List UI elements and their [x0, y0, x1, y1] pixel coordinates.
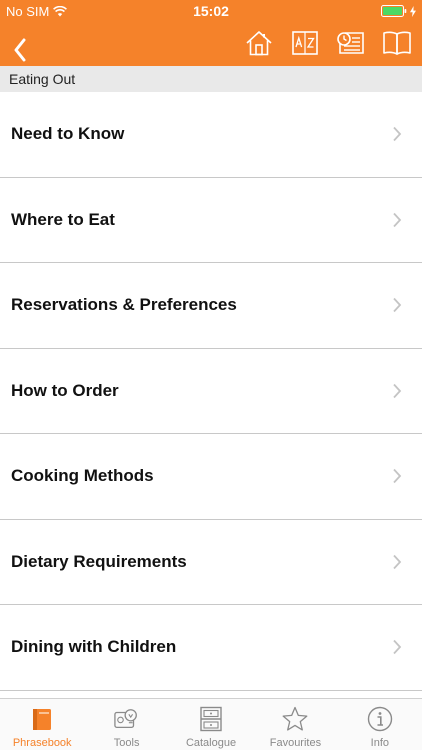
chevron-right-icon [393, 127, 402, 142]
list-item-label: How to Order [11, 380, 119, 400]
chevron-right-icon [393, 212, 402, 227]
list-item[interactable]: Dining with Children [0, 605, 422, 691]
phrasebook-icon [29, 705, 55, 733]
status-bar: No SIM 15:02 [0, 0, 422, 22]
charging-icon [410, 5, 416, 17]
list-item[interactable]: Need to Know [0, 92, 422, 178]
list-item[interactable]: How to Order [0, 349, 422, 434]
topic-list: Need to Know Where to Eat Reservations &… [0, 92, 422, 698]
dictionary-icon [292, 31, 318, 55]
tab-label: Tools [113, 737, 140, 749]
history-icon [337, 32, 364, 54]
tab-catalogue[interactable]: Catalogue [169, 699, 253, 750]
list-item-label: Cooking Methods [11, 466, 154, 486]
chevron-right-icon [393, 554, 402, 569]
tab-phrasebook[interactable]: Phrasebook [0, 699, 84, 750]
app-header: No SIM 15:02 [0, 0, 422, 66]
list-item[interactable]: Where to Eat [0, 178, 422, 263]
home-button[interactable] [244, 28, 274, 58]
list-item[interactable]: Cooking Methods [0, 434, 422, 520]
chevron-right-icon [393, 469, 402, 484]
list-item-label: Need to Know [11, 124, 125, 144]
chevron-right-icon [393, 298, 402, 313]
tab-favourites[interactable]: Favourites [253, 699, 337, 750]
chevron-right-icon [393, 640, 402, 655]
tab-info[interactable]: Info [338, 699, 422, 750]
status-battery [381, 5, 416, 17]
tab-label: Catalogue [185, 737, 237, 749]
home-icon [246, 31, 272, 56]
battery-icon [381, 5, 407, 17]
tab-label: Phrasebook [12, 737, 72, 749]
list-item[interactable]: Reservations & Preferences [0, 263, 422, 349]
book-icon [383, 31, 411, 55]
tab-label: Info [370, 737, 389, 749]
tab-tools[interactable]: Tools [84, 699, 168, 750]
history-button[interactable] [336, 28, 366, 58]
status-time: 15:02 [193, 3, 229, 19]
catalogue-icon [198, 705, 224, 733]
chevron-right-icon [393, 383, 402, 398]
info-icon [367, 705, 393, 733]
list-item-partial[interactable] [0, 691, 422, 699]
back-button[interactable] [6, 28, 36, 62]
star-icon [282, 705, 308, 733]
tab-bar: Phrasebook Tools Catalogue Favourites In… [0, 698, 422, 750]
list-item[interactable]: Dietary Requirements [0, 520, 422, 605]
list-item-label: Dietary Requirements [11, 551, 187, 571]
book-button[interactable] [382, 28, 412, 58]
list-item-label: Where to Eat [11, 209, 115, 229]
section-header: Eating Out [0, 66, 422, 92]
tools-icon [113, 705, 140, 733]
dictionary-button[interactable] [290, 28, 320, 58]
chevron-left-icon [14, 38, 26, 62]
list-item-label: Dining with Children [11, 637, 177, 657]
tab-label: Favourites [269, 737, 322, 749]
list-item-label: Reservations & Preferences [11, 295, 237, 315]
nav-bar [0, 22, 422, 66]
nav-actions [244, 28, 412, 58]
